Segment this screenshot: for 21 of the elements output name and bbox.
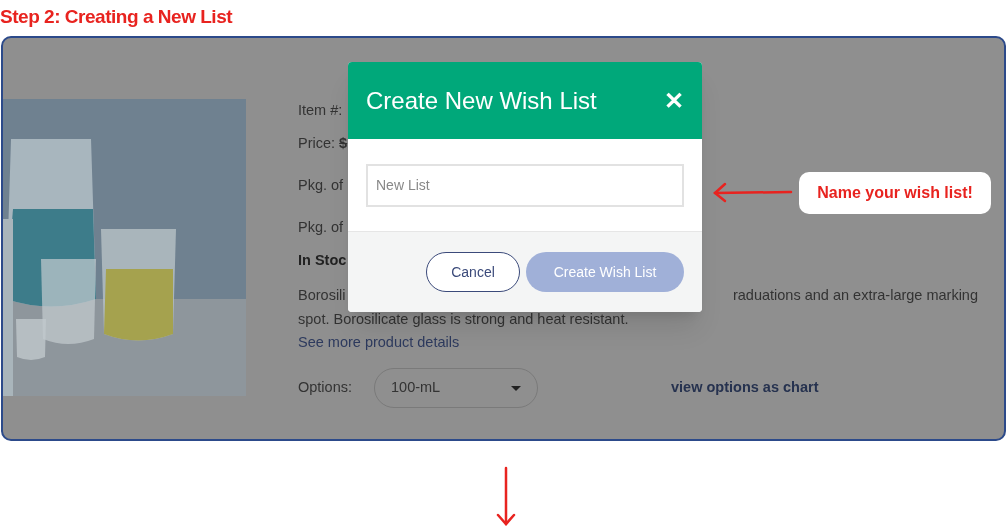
description-text: spot. Borosilicate glass is strong and heat resistant. [298,311,629,327]
down-arrow-icon [496,466,516,526]
item-label: Item #: [298,102,343,118]
callout-bubble: Name your wish list! [799,172,991,214]
dialog-title: Create New Wish List [366,85,597,116]
description-text: Borosili [298,286,346,305]
cancel-button[interactable]: Cancel [426,252,520,292]
description-text: raduations and an extra-large marking [732,286,978,305]
price-value: $ [339,134,348,153]
product-details-link[interactable]: See more product details [298,334,460,350]
package-label: Pkg. of [298,219,344,235]
close-button[interactable]: ✕ [664,82,684,119]
stock-status: In Stoc [298,252,347,268]
price-label: Price: [298,134,336,153]
step-heading: Step 2: Creating a New List [0,5,233,29]
view-chart-link[interactable]: view options as chart [671,377,819,399]
list-name-field[interactable]: New List [366,163,684,207]
options-label: Options: [298,378,353,398]
package-label: Pkg. of [298,177,344,193]
caret-icon [511,385,521,391]
arrow-icon [713,182,793,204]
